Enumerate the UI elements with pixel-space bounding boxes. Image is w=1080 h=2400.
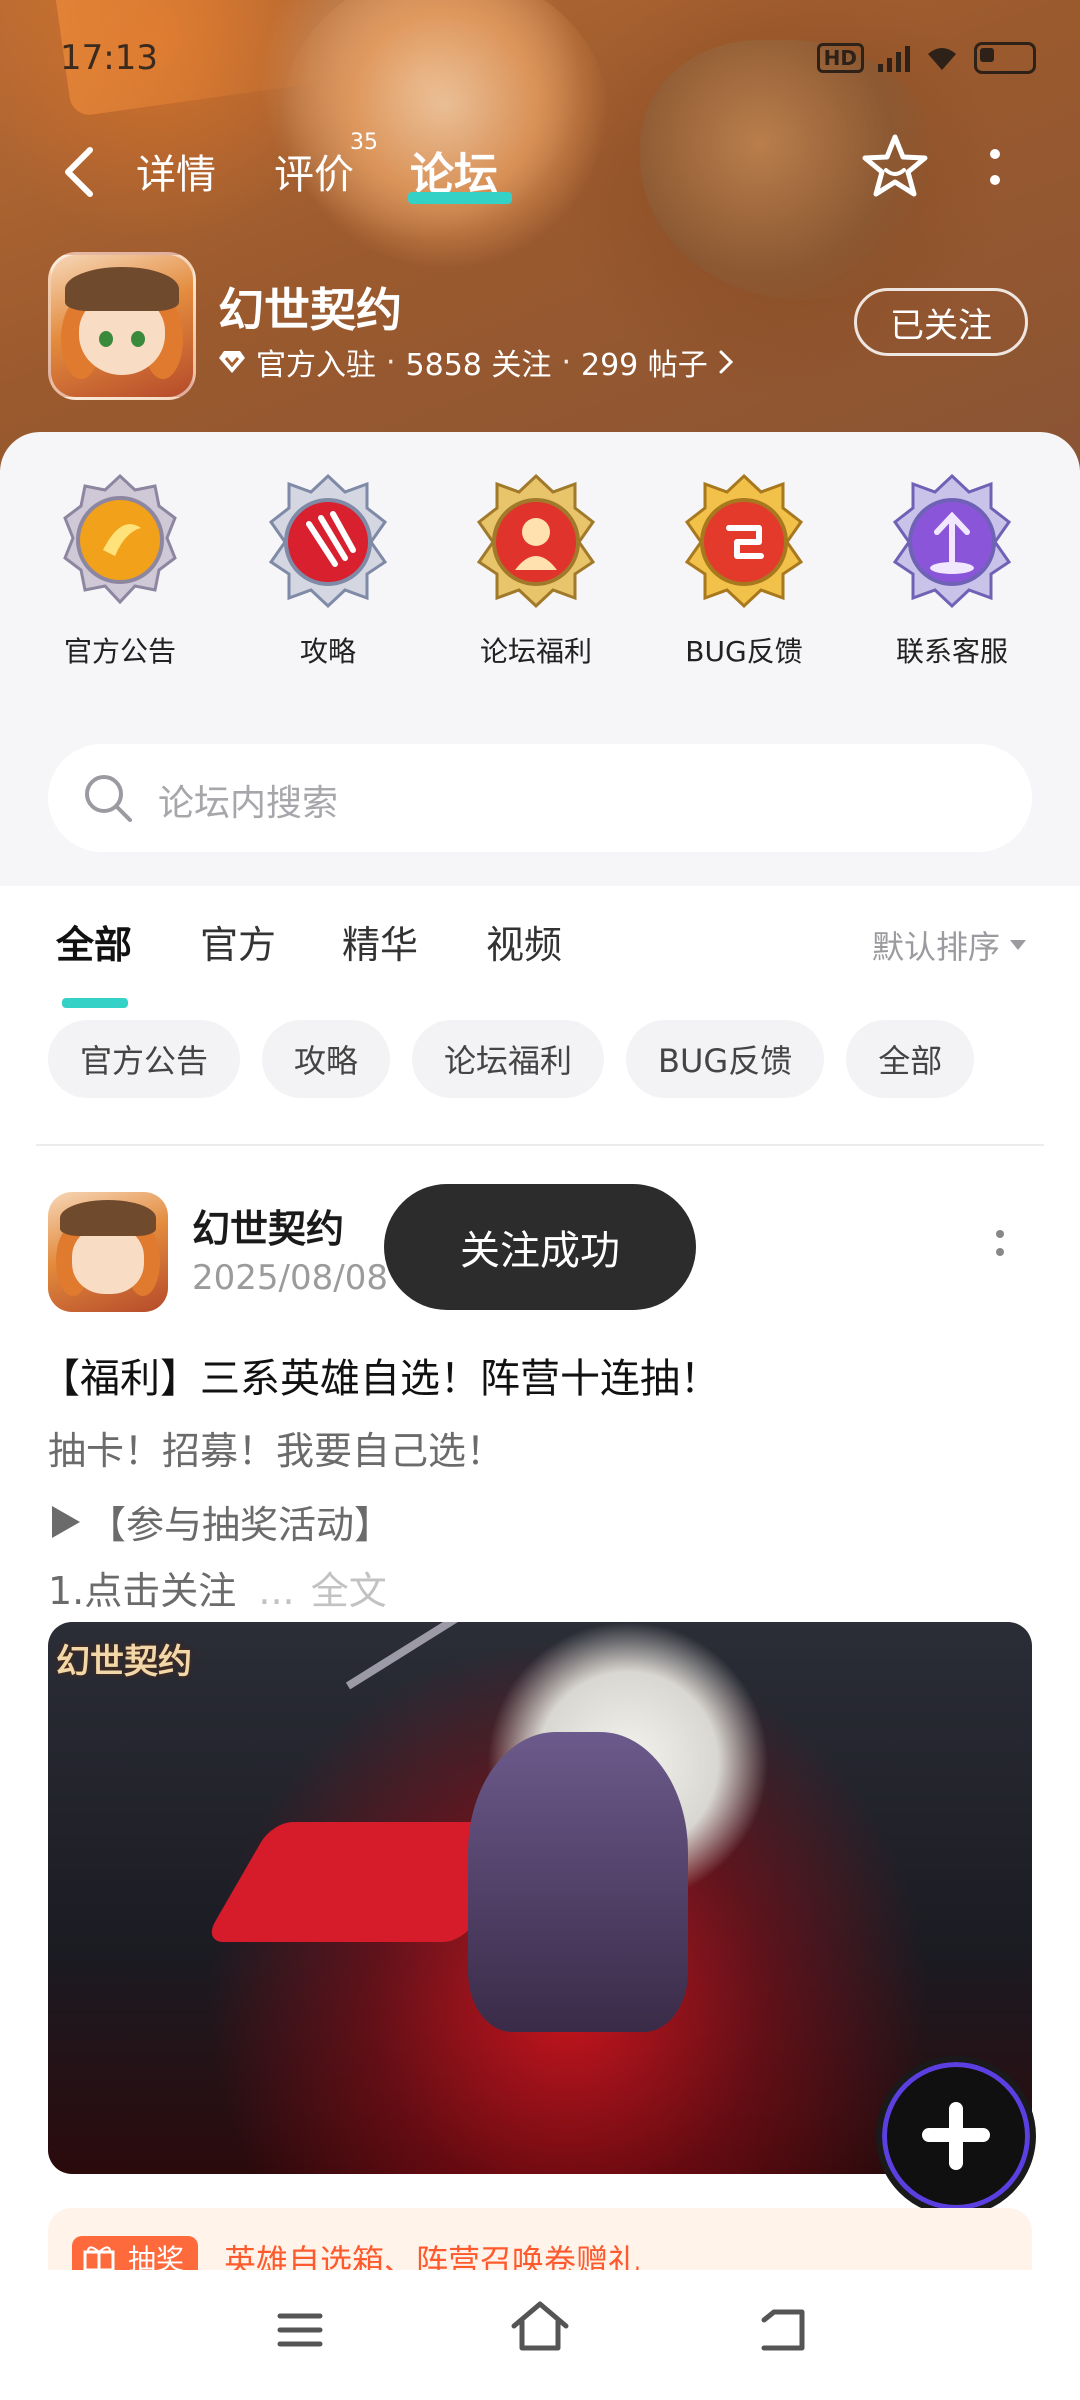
status-icons: HD bbox=[816, 42, 1036, 74]
caret-down-icon bbox=[1010, 940, 1027, 950]
image-spear bbox=[345, 1622, 826, 1690]
diamond-icon bbox=[219, 351, 245, 373]
post-excerpt-text: 【参与抽奖活动】 bbox=[88, 1503, 393, 1547]
quick-link-welfare[interactable]: 论坛福利 bbox=[436, 472, 636, 670]
more-vertical-icon[interactable] bbox=[980, 144, 1010, 194]
back-icon[interactable] bbox=[756, 2306, 808, 2354]
image-rider bbox=[468, 1732, 688, 2032]
favorite-star-icon[interactable] bbox=[860, 132, 930, 202]
wifi-icon bbox=[928, 48, 956, 70]
quick-link-label: 官方公告 bbox=[63, 635, 176, 668]
recent-apps-icon[interactable] bbox=[276, 2310, 324, 2350]
post-author[interactable]: 幻世契约 bbox=[192, 1198, 344, 1253]
welfare-badge-icon bbox=[476, 473, 596, 609]
customer-service-badge-icon bbox=[892, 473, 1012, 609]
back-arrow-icon[interactable] bbox=[60, 144, 100, 200]
quick-links: 官方公告 攻略 论坛福利 BUG反馈 联系客服 bbox=[0, 472, 1080, 682]
hd-icon: HD bbox=[816, 43, 864, 73]
post-excerpt-text: 1.点击关注 bbox=[48, 1569, 237, 1613]
play-triangle-icon bbox=[52, 1505, 80, 1538]
chip-bug-feedback[interactable]: BUG反馈 bbox=[626, 1020, 825, 1098]
filter-tab-all[interactable]: 全部 bbox=[56, 914, 132, 969]
chevron-right-icon bbox=[719, 350, 733, 374]
quick-link-guide[interactable]: 攻略 bbox=[228, 472, 428, 670]
create-post-button[interactable] bbox=[876, 2056, 1036, 2216]
follow-success-toast: 关注成功 bbox=[384, 1184, 696, 1310]
search-icon bbox=[85, 775, 132, 822]
post-date: 2025/08/08 bbox=[192, 1258, 388, 1298]
quick-link-label: 论坛福利 bbox=[479, 635, 592, 668]
battery-icon bbox=[974, 42, 1036, 74]
game-banner: 17:13 HD 详情 评价 35 论坛 幻世契约 官方入驻 · 5858 关注… bbox=[0, 0, 1080, 470]
search-input[interactable]: 论坛内搜索 bbox=[158, 774, 338, 826]
quick-link-label: 攻略 bbox=[299, 635, 356, 668]
home-icon[interactable] bbox=[508, 2298, 572, 2354]
image-game-logo: 幻世契约 bbox=[56, 1642, 192, 1682]
meta-separator: · bbox=[561, 344, 571, 380]
plus-icon-stroke bbox=[949, 2102, 963, 2170]
followed-button[interactable]: 已关注 bbox=[854, 288, 1028, 356]
filter-tab-featured[interactable]: 精华 bbox=[342, 914, 418, 969]
chip-all[interactable]: 全部 bbox=[846, 1020, 975, 1098]
quick-link-label: BUG反馈 bbox=[685, 635, 803, 668]
chip-announcement[interactable]: 官方公告 bbox=[48, 1020, 241, 1098]
sort-label: 默认排序 bbox=[872, 928, 1001, 966]
game-title: 幻世契约 bbox=[218, 283, 402, 337]
post-excerpt: 抽卡！招募！我要自己选！ bbox=[48, 1429, 505, 1473]
filter-tab-official[interactable]: 官方 bbox=[200, 914, 276, 969]
filter-tab-indicator bbox=[62, 998, 128, 1008]
official-label: 官方入驻 bbox=[256, 348, 376, 383]
active-tab-indicator bbox=[408, 192, 512, 204]
post-image[interactable]: 幻世契约 bbox=[48, 1622, 1032, 2174]
post-excerpt: 1.点击关注 ... 全文 bbox=[48, 1560, 387, 1615]
guide-claw-badge-icon bbox=[268, 473, 388, 609]
quick-link-customer-service[interactable]: 联系客服 bbox=[852, 472, 1052, 670]
game-meta[interactable]: 官方入驻 · 5858 关注 · 299 帖子 bbox=[218, 340, 734, 384]
status-time: 17:13 bbox=[60, 38, 158, 78]
sort-dropdown[interactable]: 默认排序 bbox=[872, 922, 1027, 968]
followers-count: 5858 关注 bbox=[405, 348, 552, 383]
quick-link-bug-feedback[interactable]: BUG反馈 bbox=[644, 472, 844, 670]
announcement-badge-icon bbox=[63, 473, 177, 605]
game-info: 幻世契约 官方入驻 · 5858 关注 · 299 帖子 已关注 bbox=[0, 240, 1080, 400]
ellipsis: ... bbox=[258, 1569, 295, 1613]
review-count-badge: 35 bbox=[350, 130, 378, 155]
posts-count: 299 帖子 bbox=[580, 348, 708, 383]
category-chips: 官方公告 攻略 论坛福利 BUG反馈 全部 bbox=[48, 1020, 975, 1100]
game-logo[interactable] bbox=[48, 252, 196, 400]
gift-icon bbox=[83, 2246, 115, 2272]
post-excerpt: 【参与抽奖活动】 bbox=[48, 1494, 392, 1549]
author-avatar[interactable] bbox=[48, 1192, 168, 1312]
post-title[interactable]: 【福利】三系英雄自选！阵营十连抽！ bbox=[40, 1346, 720, 1404]
tab-details[interactable]: 详情 bbox=[136, 142, 216, 200]
chip-welfare[interactable]: 论坛福利 bbox=[412, 1020, 605, 1098]
chip-guide[interactable]: 攻略 bbox=[262, 1020, 391, 1098]
tab-reviews[interactable]: 评价 bbox=[274, 142, 354, 200]
top-navigation: 详情 评价 35 论坛 bbox=[0, 120, 1080, 220]
divider bbox=[36, 1144, 1044, 1146]
read-full-link[interactable]: 全文 bbox=[311, 1569, 387, 1613]
status-bar: 17:13 HD bbox=[0, 0, 1080, 110]
post-more-icon[interactable] bbox=[988, 1216, 1012, 1276]
system-navigation-bar bbox=[0, 2270, 1080, 2400]
forum-search-bar[interactable]: 论坛内搜索 bbox=[48, 744, 1032, 852]
filter-tab-video[interactable]: 视频 bbox=[486, 914, 562, 969]
bug-feedback-badge-icon bbox=[684, 473, 804, 609]
quick-link-announcement[interactable]: 官方公告 bbox=[20, 472, 220, 670]
signal-icon bbox=[878, 44, 910, 72]
filter-tabs: 全部 官方 精华 视频 默认排序 bbox=[0, 914, 1080, 1008]
meta-separator: · bbox=[386, 344, 396, 380]
quick-link-label: 联系客服 bbox=[895, 635, 1008, 668]
